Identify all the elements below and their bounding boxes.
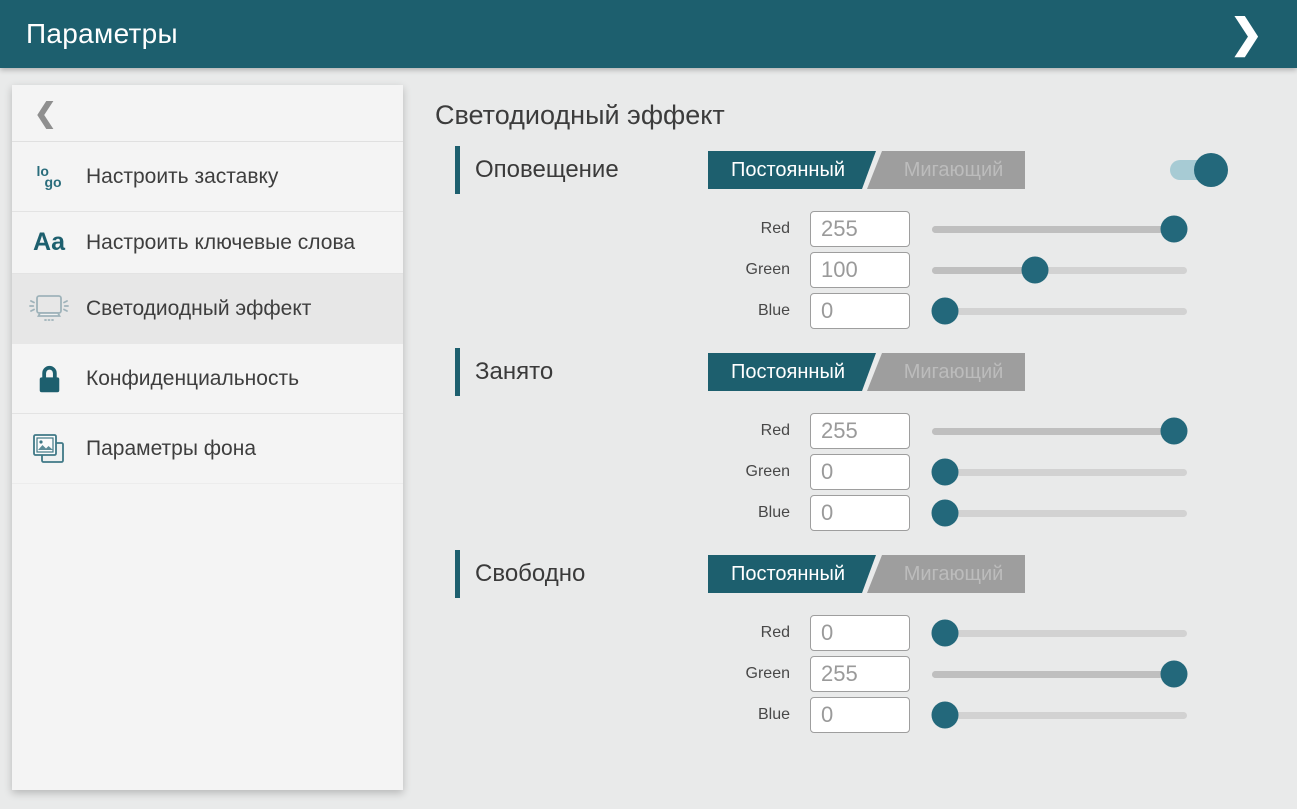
section-free: Свободно Постоянный Мигающий Red Green [435, 549, 1297, 733]
background-images-icon [12, 432, 86, 466]
mode-blinking-button[interactable]: Мигающий [882, 353, 1025, 391]
green-value-input[interactable] [810, 454, 910, 490]
red-slider[interactable] [932, 413, 1187, 449]
red-slider-thumb[interactable] [932, 620, 959, 647]
red-slider-thumb[interactable] [1161, 216, 1188, 243]
main-content: Светодиодный эффект Оповещение Постоянны… [435, 68, 1297, 809]
sidebar-item-keywords[interactable]: Aa Настроить ключевые слова [12, 212, 403, 274]
sidebar-item-background[interactable]: Параметры фона [12, 414, 403, 484]
red-label: Red [708, 624, 790, 642]
mode-steady-button[interactable]: Постоянный [708, 151, 876, 189]
blue-channel-row: Blue [708, 697, 1297, 733]
blue-label: Blue [708, 302, 790, 320]
mode-segmented-control: Постоянный Мигающий [708, 353, 1025, 391]
green-channel-row: Green [708, 656, 1297, 692]
green-channel-row: Green [708, 252, 1297, 288]
page-title: Параметры [26, 18, 178, 50]
green-value-input[interactable] [810, 252, 910, 288]
red-label: Red [708, 220, 790, 238]
blue-value-input[interactable] [810, 697, 910, 733]
mode-blinking-button[interactable]: Мигающий [882, 555, 1025, 593]
green-label: Green [708, 665, 790, 683]
sidebar-item-screensaver[interactable]: logo Настроить заставку [12, 142, 403, 212]
sidebar-item-privacy[interactable]: Конфиденциальность [12, 344, 403, 414]
blue-value-input[interactable] [810, 293, 910, 329]
toggle-knob [1194, 153, 1228, 187]
section-accent-bar [455, 348, 460, 396]
blue-slider[interactable] [932, 293, 1187, 329]
green-slider-thumb[interactable] [1161, 661, 1188, 688]
red-label: Red [708, 422, 790, 440]
green-slider[interactable] [932, 656, 1187, 692]
red-slider-thumb[interactable] [1161, 418, 1188, 445]
sidebar-item-label: Настроить ключевые слова [86, 212, 355, 273]
logo-icon: logo [12, 166, 86, 188]
content-title: Светодиодный эффект [435, 100, 1297, 131]
section-accent-bar [455, 550, 460, 598]
blue-slider[interactable] [932, 697, 1187, 733]
blue-value-input[interactable] [810, 495, 910, 531]
section-notification: Оповещение Постоянный Мигающий Red [435, 145, 1297, 329]
notification-toggle-switch[interactable] [1170, 152, 1225, 188]
sidebar-item-label: Конфиденциальность [86, 344, 299, 413]
sidebar-item-label: Настроить заставку [86, 142, 278, 211]
settings-window: Параметры ❯ ❮ logo Настроить заставку Aa… [0, 0, 1297, 809]
green-label: Green [708, 463, 790, 481]
mode-segmented-control: Постоянный Мигающий [708, 151, 1025, 189]
section-accent-bar [455, 146, 460, 194]
blue-label: Blue [708, 706, 790, 724]
mode-segmented-control: Постоянный Мигающий [708, 555, 1025, 593]
mode-steady-button[interactable]: Постоянный [708, 353, 876, 391]
green-channel-row: Green [708, 454, 1297, 490]
blue-channel-row: Blue [708, 293, 1297, 329]
lock-icon [12, 364, 86, 394]
sidebar-item-label: Параметры фона [86, 414, 256, 483]
header-bar: Параметры ❯ [0, 0, 1297, 68]
led-display-icon [12, 291, 86, 327]
mode-steady-button[interactable]: Постоянный [708, 555, 876, 593]
blue-label: Blue [708, 504, 790, 522]
green-label: Green [708, 261, 790, 279]
red-slider[interactable] [932, 615, 1187, 651]
sidebar-item-label: Светодиодный эффект [86, 274, 311, 343]
sidebar: ❮ logo Настроить заставку Aa Настроить к… [12, 85, 403, 790]
mode-blinking-button[interactable]: Мигающий [882, 151, 1025, 189]
blue-slider-thumb[interactable] [932, 500, 959, 527]
green-slider-thumb[interactable] [1021, 257, 1048, 284]
red-channel-row: Red [708, 615, 1297, 651]
red-value-input[interactable] [810, 211, 910, 247]
blue-slider[interactable] [932, 495, 1187, 531]
expand-panel-icon[interactable]: ❯ [1221, 10, 1271, 58]
green-slider[interactable] [932, 252, 1187, 288]
red-slider[interactable] [932, 211, 1187, 247]
sidebar-item-led-effect[interactable]: Светодиодный эффект [12, 274, 403, 344]
section-title: Свободно [475, 560, 708, 588]
section-title: Оповещение [475, 156, 708, 184]
sidebar-header: ❮ [12, 85, 403, 142]
blue-slider-thumb[interactable] [932, 702, 959, 729]
keywords-icon: Aa [12, 228, 86, 257]
red-channel-row: Red [708, 211, 1297, 247]
green-slider-thumb[interactable] [932, 459, 959, 486]
collapse-sidebar-icon[interactable]: ❮ [34, 98, 57, 129]
red-value-input[interactable] [810, 615, 910, 651]
section-title: Занято [475, 358, 708, 386]
green-value-input[interactable] [810, 656, 910, 692]
blue-slider-thumb[interactable] [932, 298, 959, 325]
green-slider[interactable] [932, 454, 1187, 490]
section-busy: Занято Постоянный Мигающий Red Green [435, 347, 1297, 531]
red-channel-row: Red [708, 413, 1297, 449]
blue-channel-row: Blue [708, 495, 1297, 531]
red-value-input[interactable] [810, 413, 910, 449]
